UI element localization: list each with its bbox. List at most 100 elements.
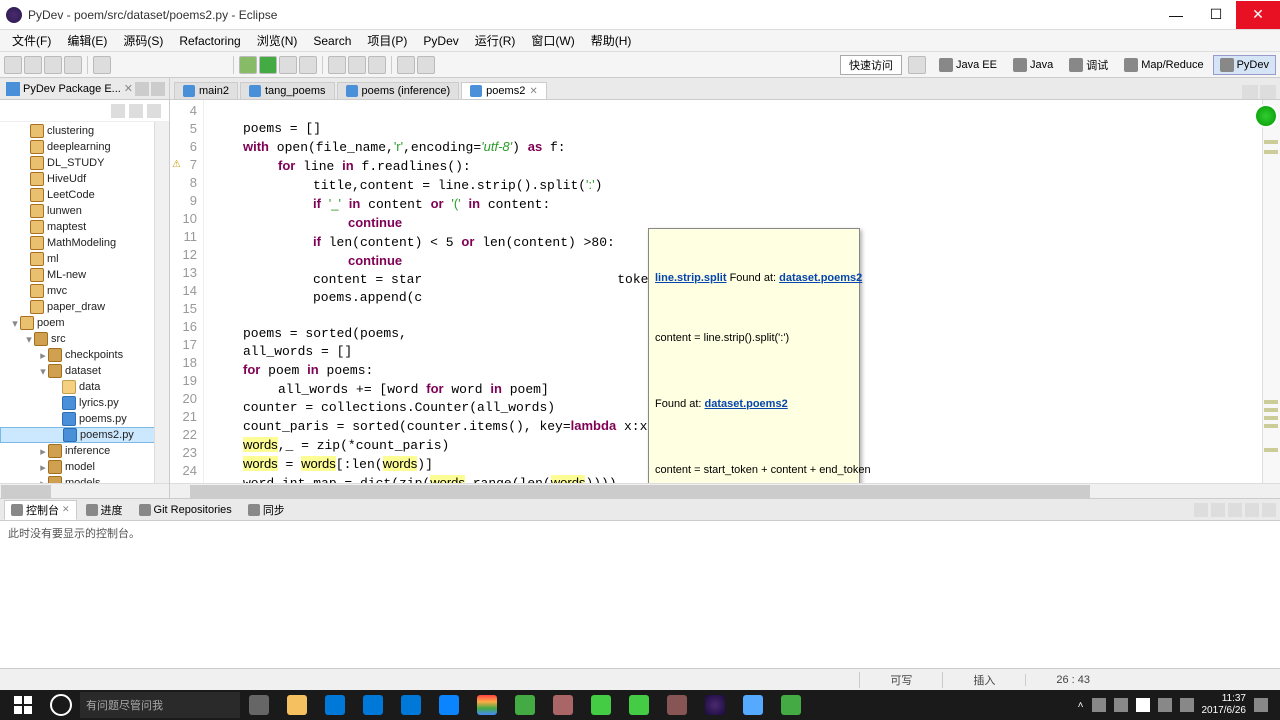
tray-notifications-icon[interactable] xyxy=(1254,698,1268,712)
taskbar-app[interactable] xyxy=(658,691,696,719)
menu-item[interactable]: Search xyxy=(305,32,359,50)
collapse-all-icon[interactable] xyxy=(111,104,125,118)
menu-item[interactable]: Refactoring xyxy=(171,32,248,50)
tray-volume-icon[interactable] xyxy=(1180,698,1194,712)
taskbar-app[interactable] xyxy=(506,691,544,719)
ext-tools-icon[interactable] xyxy=(299,56,317,74)
link-editor-icon[interactable] xyxy=(129,104,143,118)
perspective-button[interactable]: 调试 xyxy=(1062,55,1115,75)
menu-item[interactable]: 帮助(H) xyxy=(583,30,640,51)
tree-item[interactable]: ▸models xyxy=(0,475,169,483)
tree-item[interactable]: MathModeling xyxy=(0,235,169,251)
tooltip-location2-link[interactable]: dataset.poems2 xyxy=(705,398,788,410)
perspective-button[interactable]: PyDev xyxy=(1213,55,1276,75)
taskbar-eclipse[interactable] xyxy=(696,691,734,719)
save-all-icon[interactable] xyxy=(44,56,62,74)
taskbar-app[interactable] xyxy=(430,691,468,719)
tree-item[interactable]: ▾src xyxy=(0,331,169,347)
menu-item[interactable]: 项目(P) xyxy=(359,30,415,51)
tree-item[interactable]: maptest xyxy=(0,219,169,235)
open-console-icon[interactable] xyxy=(1228,503,1242,517)
taskbar-app[interactable] xyxy=(734,691,772,719)
tree-item[interactable]: mvc xyxy=(0,283,169,299)
tray-ime-icon[interactable] xyxy=(1136,698,1150,712)
minimize-button[interactable]: — xyxy=(1156,1,1196,29)
tray-icon[interactable] xyxy=(1114,698,1128,712)
display-console-icon[interactable] xyxy=(1211,503,1225,517)
close-button[interactable]: ✕ xyxy=(1236,1,1280,29)
new-icon[interactable] xyxy=(4,56,22,74)
tree-item[interactable]: lunwen xyxy=(0,203,169,219)
tray-icon[interactable] xyxy=(1092,698,1106,712)
tree-item[interactable]: ▾dataset xyxy=(0,363,169,379)
system-tray[interactable]: ˄ 11:372017/6/26 xyxy=(1078,693,1276,717)
run-icon[interactable] xyxy=(259,56,277,74)
max-console-icon[interactable] xyxy=(1262,503,1276,517)
tree-item[interactable]: deeplearning xyxy=(0,139,169,155)
tree-item[interactable]: poems2.py xyxy=(0,427,169,443)
editor-tab[interactable]: tang_poems xyxy=(240,82,335,99)
taskbar-app[interactable] xyxy=(620,691,658,719)
tray-network-icon[interactable] xyxy=(1158,698,1172,712)
tree-item[interactable]: DL_STUDY xyxy=(0,155,169,171)
tree-hscrollbar[interactable] xyxy=(0,483,169,498)
tooltip-location-link[interactable]: dataset.poems2 xyxy=(779,272,862,284)
cortana-button[interactable] xyxy=(42,691,80,719)
new-py-icon[interactable] xyxy=(328,56,346,74)
min-editor-icon[interactable] xyxy=(1242,85,1258,99)
tree-item[interactable]: ML-new xyxy=(0,267,169,283)
max-editor-icon[interactable] xyxy=(1260,85,1276,99)
minimize-view-icon[interactable] xyxy=(135,82,149,96)
min-console-icon[interactable] xyxy=(1245,503,1259,517)
forward-icon[interactable] xyxy=(417,56,435,74)
menu-item[interactable]: 编辑(E) xyxy=(59,30,115,51)
back-icon[interactable] xyxy=(397,56,415,74)
quick-access-input[interactable]: 快速访问 xyxy=(840,55,902,75)
tree-vscrollbar[interactable] xyxy=(154,122,169,483)
taskbar-app[interactable] xyxy=(772,691,810,719)
run-last-icon[interactable] xyxy=(93,56,111,74)
hover-tooltip[interactable]: line.strip.split Found at: dataset.poems… xyxy=(648,228,860,483)
maximize-button[interactable]: ☐ xyxy=(1196,1,1236,29)
task-view-button[interactable] xyxy=(240,691,278,719)
perspective-button[interactable]: Map/Reduce xyxy=(1117,55,1210,75)
taskbar-app[interactable] xyxy=(582,691,620,719)
overview-ruler[interactable] xyxy=(1262,100,1280,483)
pin-console-icon[interactable] xyxy=(1194,503,1208,517)
tree-item[interactable]: poems.py xyxy=(0,411,169,427)
tree-item[interactable]: ml xyxy=(0,251,169,267)
tree-item[interactable]: lyrics.py xyxy=(0,395,169,411)
taskbar-search[interactable]: 有问题尽管问我 xyxy=(80,692,240,718)
bottom-tab[interactable]: 同步 xyxy=(241,500,292,520)
taskbar-app[interactable] xyxy=(278,691,316,719)
tree-item[interactable]: ▾poem xyxy=(0,315,169,331)
taskbar-app[interactable] xyxy=(544,691,582,719)
tree-item[interactable]: data xyxy=(0,379,169,395)
maximize-view-icon[interactable] xyxy=(151,82,165,96)
perspective-button[interactable]: Java EE xyxy=(932,55,1004,75)
code-editor[interactable]: poems = [] with open(file_name,'r',encod… xyxy=(204,100,1280,483)
perspective-button[interactable]: Java xyxy=(1006,55,1060,75)
menu-item[interactable]: 文件(F) xyxy=(4,30,59,51)
taskbar-app[interactable] xyxy=(316,691,354,719)
view-menu-icon[interactable] xyxy=(147,104,161,118)
print-icon[interactable] xyxy=(64,56,82,74)
tree-item[interactable]: ▸inference xyxy=(0,443,169,459)
run-config-icon[interactable] xyxy=(279,56,297,74)
tree-item[interactable]: HiveUdf xyxy=(0,171,169,187)
tooltip-symbol-link[interactable]: line.strip.split xyxy=(655,272,727,284)
menu-item[interactable]: PyDev xyxy=(415,32,466,50)
bottom-tab[interactable]: Git Repositories xyxy=(132,502,239,518)
menu-item[interactable]: 浏览(N) xyxy=(249,30,306,51)
tree-item[interactable]: paper_draw xyxy=(0,299,169,315)
taskbar-app[interactable] xyxy=(354,691,392,719)
project-tree[interactable]: clusteringdeeplearningDL_STUDYHiveUdfLee… xyxy=(0,122,169,483)
outline-icon[interactable] xyxy=(368,56,386,74)
bottom-tab[interactable]: 进度 xyxy=(79,500,130,520)
tree-item[interactable]: LeetCode xyxy=(0,187,169,203)
tray-clock[interactable]: 11:372017/6/26 xyxy=(1202,693,1247,717)
editor-hscrollbar[interactable] xyxy=(170,483,1280,498)
editor-tab[interactable]: main2 xyxy=(174,82,238,99)
tree-item[interactable]: clustering xyxy=(0,123,169,139)
editor-tab[interactable]: poems2✕ xyxy=(461,82,547,99)
